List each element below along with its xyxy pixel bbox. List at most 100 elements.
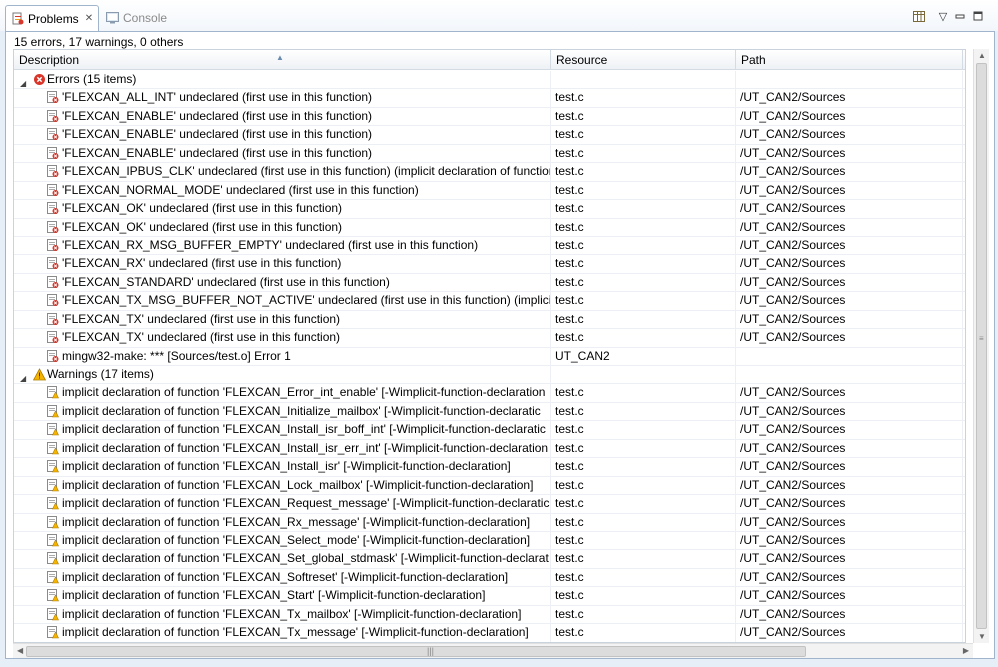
table-row[interactable]: 'FLEXCAN_OK' undeclared (first use in th… (14, 200, 965, 219)
description-cell: 'FLEXCAN_RX' undeclared (first use in th… (14, 255, 551, 273)
resource-cell: test.c (551, 384, 736, 402)
table-row[interactable]: 'FLEXCAN_RX' undeclared (first use in th… (14, 255, 965, 274)
path-cell: /UT_CAN2/Sources (736, 458, 963, 476)
path-cell: /UT_CAN2/Sources (736, 292, 963, 310)
description-cell: 'FLEXCAN_TX' undeclared (first use in th… (14, 310, 551, 329)
location-cell: lin (963, 440, 965, 457)
problem-description: implicit declaration of function 'FLEXCA… (62, 606, 522, 621)
path-cell: /UT_CAN2/Sources (736, 624, 963, 642)
error-group-icon (33, 73, 46, 86)
scrollbar-thumb[interactable]: ≡ (976, 63, 987, 629)
view-tab-bar: Problems ✕ Console ▽ (0, 0, 998, 31)
column-header-path[interactable]: Path (736, 50, 963, 70)
vertical-scrollbar[interactable]: ▲ ≡ ▼ (973, 49, 989, 643)
column-header-description[interactable]: Description ▲ (14, 50, 551, 70)
table-row[interactable]: implicit declaration of function 'FLEXCA… (14, 624, 965, 642)
table-row[interactable]: implicit declaration of function 'FLEXCA… (14, 402, 965, 422)
table-row[interactable]: implicit declaration of function 'FLEXCA… (14, 550, 965, 569)
collapse-triangle-icon[interactable]: ◢ (20, 370, 26, 383)
scroll-up-icon[interactable]: ▲ (978, 51, 986, 60)
problem-description: implicit declaration of function 'FLEXCA… (62, 459, 511, 474)
table-row[interactable]: 'FLEXCAN_NORMAL_MODE' undeclared (first … (14, 181, 965, 201)
table-row[interactable]: implicit declaration of function 'FLEXCA… (14, 531, 965, 551)
table-row[interactable]: implicit declaration of function 'FLEXCA… (14, 513, 965, 532)
warning-marker-icon (47, 460, 59, 473)
description-cell: 'FLEXCAN_OK' undeclared (first use in th… (14, 200, 551, 218)
table-row[interactable]: 'FLEXCAN_ENABLE' undeclared (first use i… (14, 107, 965, 127)
column-header-location[interactable]: Lo (963, 50, 965, 70)
description-cell: implicit declaration of function 'FLEXCA… (14, 458, 551, 476)
error-marker-icon (47, 275, 59, 289)
table-row[interactable]: 'FLEXCAN_STANDARD' undeclared (first use… (14, 273, 965, 293)
resource-cell: test.c (551, 476, 736, 495)
error-marker-icon (47, 294, 59, 307)
description-cell: 'FLEXCAN_NORMAL_MODE' undeclared (first … (14, 181, 551, 200)
columns-icon[interactable] (911, 9, 927, 23)
error-marker-icon (47, 312, 59, 326)
path-cell: /UT_CAN2/Sources (736, 310, 963, 329)
warning-marker-icon (47, 552, 59, 565)
resource-cell: test.c (551, 273, 736, 292)
table-row[interactable]: 'FLEXCAN_ENABLE' undeclared (first use i… (14, 126, 965, 145)
collapse-triangle-icon[interactable]: ◢ (20, 75, 26, 88)
table-row[interactable]: implicit declaration of function 'FLEXCA… (14, 568, 965, 588)
scroll-right-icon[interactable]: ▶ (963, 646, 969, 655)
resource-cell: test.c (551, 107, 736, 126)
table-row[interactable]: implicit declaration of function 'FLEXCA… (14, 605, 965, 625)
problem-description: implicit declaration of function 'FLEXCA… (62, 496, 550, 511)
table-header: Description ▲ Resource Path Lo (14, 50, 965, 70)
group-row-errors[interactable]: ◢ Errors (15 items) (14, 71, 965, 90)
resource-cell: test.c (551, 126, 736, 144)
path-cell (736, 71, 963, 89)
table-row[interactable]: implicit declaration of function 'FLEXCA… (14, 421, 965, 440)
scroll-down-icon[interactable]: ▼ (978, 632, 986, 641)
close-icon[interactable]: ✕ (85, 13, 93, 24)
table-row[interactable]: mingw32-make: *** [Sources/test.o] Error… (14, 347, 965, 366)
table-row[interactable]: 'FLEXCAN_IPBUS_CLK' undeclared (first us… (14, 163, 965, 182)
table-row[interactable]: implicit declaration of function 'FLEXCA… (14, 458, 965, 477)
table-row[interactable]: 'FLEXCAN_TX_MSG_BUFFER_NOT_ACTIVE' undec… (14, 292, 965, 311)
error-marker-icon (47, 91, 59, 104)
problem-description: 'FLEXCAN_NORMAL_MODE' undeclared (first … (62, 182, 419, 197)
location-cell: lin (963, 89, 965, 106)
table-row[interactable]: 'FLEXCAN_RX_MSG_BUFFER_EMPTY' undeclared… (14, 236, 965, 256)
problem-description: 'FLEXCAN_IPBUS_CLK' undeclared (first us… (62, 164, 551, 179)
minimize-icon[interactable] (952, 9, 968, 23)
warning-marker-icon (47, 386, 59, 399)
description-cell: 'FLEXCAN_ENABLE' undeclared (first use i… (14, 144, 551, 163)
scroll-left-icon[interactable]: ◀ (17, 646, 23, 655)
table-row[interactable]: 'FLEXCAN_TX' undeclared (first use in th… (14, 310, 965, 330)
scrollbar-thumb[interactable]: ||| (26, 646, 806, 657)
problem-description: implicit declaration of function 'FLEXCA… (62, 514, 531, 529)
location-cell: lin (963, 421, 965, 438)
table-row[interactable]: 'FLEXCAN_ALL_INT' undeclared (first use … (14, 89, 965, 108)
path-cell: /UT_CAN2/Sources (736, 236, 963, 255)
warning-marker-icon (47, 404, 59, 418)
description-cell: ◢ Warnings (17 items) (14, 366, 551, 384)
tab-problems[interactable]: Problems ✕ (5, 5, 99, 31)
resource-cell: test.c (551, 163, 736, 181)
table-row[interactable]: 'FLEXCAN_OK' undeclared (first use in th… (14, 218, 965, 237)
problem-description: implicit declaration of function 'FLEXCA… (62, 403, 541, 418)
horizontal-scrollbar[interactable]: ◀ ||| ▶ (13, 643, 973, 658)
problem-description: mingw32-make: *** [Sources/test.o] Error… (62, 348, 291, 363)
table-row[interactable]: implicit declaration of function 'FLEXCA… (14, 439, 965, 459)
table-row[interactable]: 'FLEXCAN_TX' undeclared (first use in th… (14, 329, 965, 348)
resource-cell (551, 71, 736, 89)
table-row[interactable]: implicit declaration of function 'FLEXCA… (14, 495, 965, 514)
tab-console[interactable]: Console (100, 5, 170, 31)
table-row[interactable]: 'FLEXCAN_ENABLE' undeclared (first use i… (14, 144, 965, 164)
table-row[interactable]: implicit declaration of function 'FLEXCA… (14, 476, 965, 496)
problems-table[interactable]: Description ▲ Resource Path Lo ◢ Errors (… (13, 49, 966, 643)
column-header-resource[interactable]: Resource (551, 50, 736, 70)
group-row-warnings[interactable]: ◢ Warnings (17 items) (14, 366, 965, 385)
view-menu-icon[interactable]: ▽ (935, 9, 951, 23)
warning-marker-icon (47, 515, 59, 529)
error-marker-icon (47, 183, 59, 197)
maximize-icon[interactable] (970, 9, 986, 23)
location-cell (963, 71, 965, 88)
location-cell: lin (963, 329, 965, 346)
table-row[interactable]: implicit declaration of function 'FLEXCA… (14, 384, 965, 403)
table-row[interactable]: implicit declaration of function 'FLEXCA… (14, 587, 965, 606)
resource-cell: test.c (551, 624, 736, 642)
